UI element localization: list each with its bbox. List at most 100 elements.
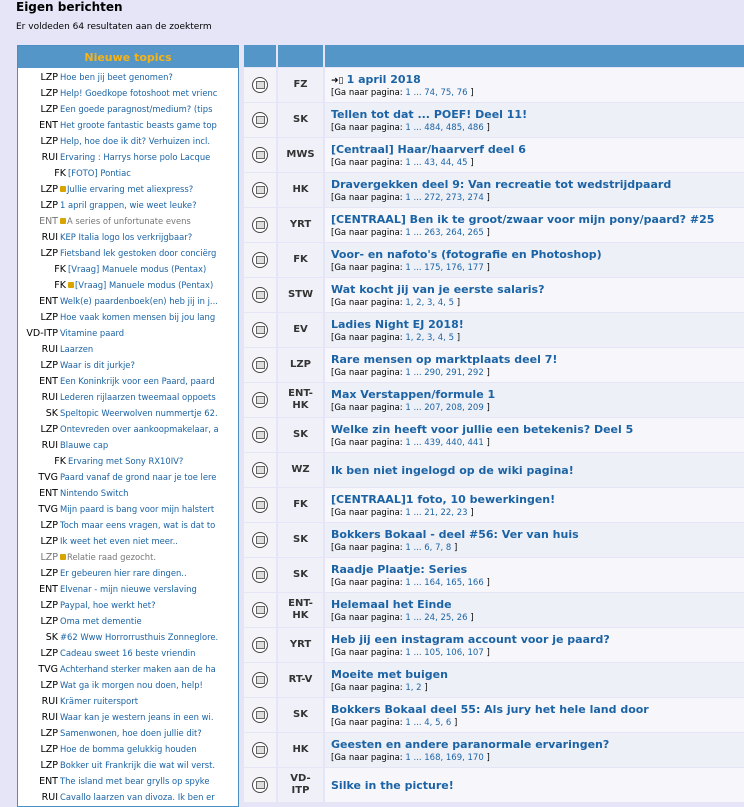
topic-title-link[interactable]: Rare mensen op marktplaats deel 7! bbox=[331, 353, 557, 366]
sidebar-topic-link[interactable]: The island met bear grylls op spyke bbox=[60, 774, 209, 789]
page-links[interactable]: 1 ... 263, 264, 265 bbox=[405, 228, 483, 238]
sidebar-topic-item[interactable]: VD-ITP Vitamine paard bbox=[18, 326, 238, 342]
sidebar-topic-link[interactable]: Cadeau sweet 16 beste vriendin bbox=[60, 646, 195, 661]
topic-title-link[interactable]: Tellen tot dat ... POEF! Deel 11! bbox=[331, 108, 527, 121]
sidebar-topic-item[interactable]: ENT Nintendo Switch bbox=[18, 486, 238, 502]
sidebar-topic-item[interactable]: LZP Toch maar eens vragen, wat is dat to bbox=[18, 518, 238, 534]
topic-title-link[interactable]: Moeite met buigen bbox=[331, 668, 448, 681]
sidebar-topic-item[interactable]: LZP Hoe de bomma gelukkig houden bbox=[18, 742, 238, 758]
page-links[interactable]: 1 ... 439, 440, 441 bbox=[405, 438, 483, 448]
sidebar-topic-link[interactable]: Er gebeuren hier rare dingen.. bbox=[60, 566, 187, 581]
page-links[interactable]: 1 ... 164, 165, 166 bbox=[405, 578, 483, 588]
sidebar-topic-link[interactable]: Wat ga ik morgen nou doen, help! bbox=[60, 678, 203, 693]
sidebar-topic-link[interactable]: Hoe ben jij beet genomen? bbox=[60, 70, 173, 85]
sidebar-topic-link[interactable]: [Vraag] Manuele modus (Pentax) bbox=[68, 278, 213, 293]
sidebar-topic-item[interactable]: RUI Ervaring : Harrys horse polo Lacque bbox=[18, 150, 238, 166]
sidebar-topic-link[interactable]: Welk(e) paardenboek(en) heb jij in j... bbox=[60, 294, 218, 309]
topic-title-link[interactable]: Heb jij een instagram account voor je pa… bbox=[331, 633, 610, 646]
sidebar-topic-link[interactable]: Een goede paragnost/medium? (tips bbox=[60, 102, 212, 117]
page-links[interactable]: 1 ... 43, 44, 45 bbox=[405, 158, 467, 168]
page-links[interactable]: 1 ... 24, 25, 26 bbox=[405, 613, 467, 623]
sidebar-topic-item[interactable]: LZP Help, hoe doe ik dit? Verhuizen incl. bbox=[18, 134, 238, 150]
sidebar-topic-item[interactable]: ENT Een Koninkrijk voor een Paard, paard bbox=[18, 374, 238, 390]
page-links[interactable]: 1 ... 290, 291, 292 bbox=[405, 368, 483, 378]
topic-title-link[interactable]: ➜▯ 1 april 2018 bbox=[331, 73, 421, 86]
sidebar-topic-link[interactable]: Nintendo Switch bbox=[60, 486, 128, 501]
sidebar-topic-link[interactable]: Waar is dit jurkje? bbox=[60, 358, 135, 373]
sidebar-topic-link[interactable]: Bokker uit Frankrijk die wat wil verst. bbox=[60, 758, 215, 773]
sidebar-topic-link[interactable]: Vitamine paard bbox=[60, 326, 124, 341]
page-links[interactable]: 1, 2, 3, 4, 5 bbox=[405, 298, 454, 308]
sidebar-topic-item[interactable]: LZP Relatie raad gezocht. bbox=[18, 550, 238, 566]
sidebar-topic-link[interactable]: A series of unfortunate evens bbox=[60, 214, 191, 229]
sidebar-topic-item[interactable]: ENT Elvenar - mijn nieuwe verslaving bbox=[18, 582, 238, 598]
sidebar-topic-item[interactable]: RUI Cavallo laarzen van divoza. Ik ben er bbox=[18, 790, 238, 806]
page-links[interactable]: 1 ... 272, 273, 274 bbox=[405, 193, 483, 203]
sidebar-topic-link[interactable]: Ervaring met Sony RX10IV? bbox=[68, 454, 183, 469]
sidebar-topic-link[interactable]: KEP Italia logo los verkrijgbaar? bbox=[60, 230, 192, 245]
page-links[interactable]: 1, 2, 3, 4, 5 bbox=[405, 333, 454, 343]
page-links[interactable]: 1 ... 175, 176, 177 bbox=[405, 263, 483, 273]
topic-title-link[interactable]: [CENTRAAL] Ben ik te groot/zwaar voor mi… bbox=[331, 213, 714, 226]
sidebar-topic-item[interactable]: LZP Hoe ben jij beet genomen? bbox=[18, 70, 238, 86]
sidebar-topic-item[interactable]: LZP Oma met dementie bbox=[18, 614, 238, 630]
sidebar-topic-link[interactable]: Oma met dementie bbox=[60, 614, 142, 629]
sidebar-topic-item[interactable]: RUI Krämer ruitersport bbox=[18, 694, 238, 710]
topic-title-link[interactable]: Wat kocht jij van je eerste salaris? bbox=[331, 283, 544, 296]
sidebar-topic-item[interactable]: LZP Een goede paragnost/medium? (tips bbox=[18, 102, 238, 118]
page-links[interactable]: 1 ... 207, 208, 209 bbox=[405, 403, 483, 413]
sidebar-topic-link[interactable]: Lederen rijlaarzen tweemaal oppoets bbox=[60, 390, 216, 405]
topic-title-link[interactable]: Ik ben niet ingelogd op de wiki pagina! bbox=[331, 464, 574, 477]
topic-title-link[interactable]: Voor- en nafoto's (fotografie en Photosh… bbox=[331, 248, 602, 261]
sidebar-topic-item[interactable]: ENT Welk(e) paardenboek(en) heb jij in j.… bbox=[18, 294, 238, 310]
sidebar-topic-link[interactable]: Ik weet het even niet meer.. bbox=[60, 534, 178, 549]
sidebar-topic-item[interactable]: FK Ervaring met Sony RX10IV? bbox=[18, 454, 238, 470]
sidebar-topic-link[interactable]: Samenwonen, hoe doen jullie dit? bbox=[60, 726, 202, 741]
sidebar-topic-link[interactable]: Blauwe cap bbox=[60, 438, 108, 453]
sidebar-topic-item[interactable]: RUI KEP Italia logo los verkrijgbaar? bbox=[18, 230, 238, 246]
sidebar-topic-item[interactable]: RUI Laarzen bbox=[18, 342, 238, 358]
sidebar-topic-item[interactable]: SK #62 Www Horrorrusthuis Zonneglore. bbox=[18, 630, 238, 646]
sidebar-topic-item[interactable]: LZP Ik weet het even niet meer.. bbox=[18, 534, 238, 550]
sidebar-topic-item[interactable]: RUI Blauwe cap bbox=[18, 438, 238, 454]
sidebar-topic-link[interactable]: Help, hoe doe ik dit? Verhuizen incl. bbox=[60, 134, 210, 149]
sidebar-topic-item[interactable]: LZP Help! Goedkope fotoshoot met vrienc bbox=[18, 86, 238, 102]
sidebar-topic-link[interactable]: Achterhand sterker maken aan de ha bbox=[60, 662, 216, 677]
sidebar-topic-item[interactable]: LZP Wat ga ik morgen nou doen, help! bbox=[18, 678, 238, 694]
sidebar-topic-item[interactable]: LZP Ontevreden over aankoopmakelaar, a bbox=[18, 422, 238, 438]
sidebar-topic-link[interactable]: Ervaring : Harrys horse polo Lacque bbox=[60, 150, 210, 165]
page-links[interactable]: 1, 2 bbox=[405, 683, 421, 693]
topic-title-link[interactable]: Welke zin heeft voor jullie een betekeni… bbox=[331, 423, 633, 436]
sidebar-topic-item[interactable]: TVG Mijn paard is bang voor mijn halstert bbox=[18, 502, 238, 518]
page-links[interactable]: 1 ... 21, 22, 23 bbox=[405, 508, 467, 518]
sidebar-topic-item[interactable]: FK [Vraag] Manuele modus (Pentax) bbox=[18, 262, 238, 278]
page-links[interactable]: 1 ... 105, 106, 107 bbox=[405, 648, 483, 658]
sidebar-topic-link[interactable]: Het groote fantastic beasts game top bbox=[60, 118, 217, 133]
sidebar-topic-item[interactable]: FK [FOTO] Pontiac bbox=[18, 166, 238, 182]
topic-title-link[interactable]: Dravergekken deel 9: Van recreatie tot w… bbox=[331, 178, 671, 191]
sidebar-topic-link[interactable]: Help! Goedkope fotoshoot met vrienc bbox=[60, 86, 217, 101]
sidebar-topic-item[interactable]: ENT The island met bear grylls op spyke bbox=[18, 774, 238, 790]
sidebar-topic-link[interactable]: Laarzen bbox=[60, 342, 93, 357]
sidebar-topic-item[interactable]: RUI Lederen rijlaarzen tweemaal oppoets bbox=[18, 390, 238, 406]
topic-title-link[interactable]: Bokkers Bokaal - deel #56: Ver van huis bbox=[331, 528, 579, 541]
sidebar-topic-link[interactable]: Speltopic Weerwolven nummertje 62. bbox=[60, 406, 218, 421]
sidebar-topic-item[interactable]: TVG Paard vanaf de grond naar je toe lere bbox=[18, 470, 238, 486]
topic-title-link[interactable]: [Centraal] Haar/haarverf deel 6 bbox=[331, 143, 526, 156]
topic-title-link[interactable]: Max Verstappen/formule 1 bbox=[331, 388, 495, 401]
sidebar-topic-link[interactable]: Paard vanaf de grond naar je toe lere bbox=[60, 470, 216, 485]
topic-title-link[interactable]: [CENTRAAL]1 foto, 10 bewerkingen! bbox=[331, 493, 555, 506]
sidebar-topic-item[interactable]: SK Speltopic Weerwolven nummertje 62. bbox=[18, 406, 238, 422]
sidebar-topic-item[interactable]: LZP Samenwonen, hoe doen jullie dit? bbox=[18, 726, 238, 742]
topic-title-link[interactable]: Ladies Night EJ 2018! bbox=[331, 318, 464, 331]
topic-title-link[interactable]: Geesten en andere paranormale ervaringen… bbox=[331, 738, 609, 751]
sidebar-topic-link[interactable]: Hoe vaak komen mensen bij jou lang bbox=[60, 310, 215, 325]
sidebar-topic-item[interactable]: LZP Cadeau sweet 16 beste vriendin bbox=[18, 646, 238, 662]
page-links[interactable]: 1 ... 74, 75, 76 bbox=[405, 88, 467, 98]
sidebar-topic-link[interactable]: Een Koninkrijk voor een Paard, paard bbox=[60, 374, 215, 389]
sidebar-topic-link[interactable]: Waar kan je western jeans in een wi. bbox=[60, 710, 213, 725]
sidebar-topic-link[interactable]: Relatie raad gezocht. bbox=[60, 550, 156, 565]
page-links[interactable]: 1 ... 6, 7, 8 bbox=[405, 543, 451, 553]
topic-title-link[interactable]: Helemaal het Einde bbox=[331, 598, 452, 611]
sidebar-topic-link[interactable]: Krämer ruitersport bbox=[60, 694, 138, 709]
